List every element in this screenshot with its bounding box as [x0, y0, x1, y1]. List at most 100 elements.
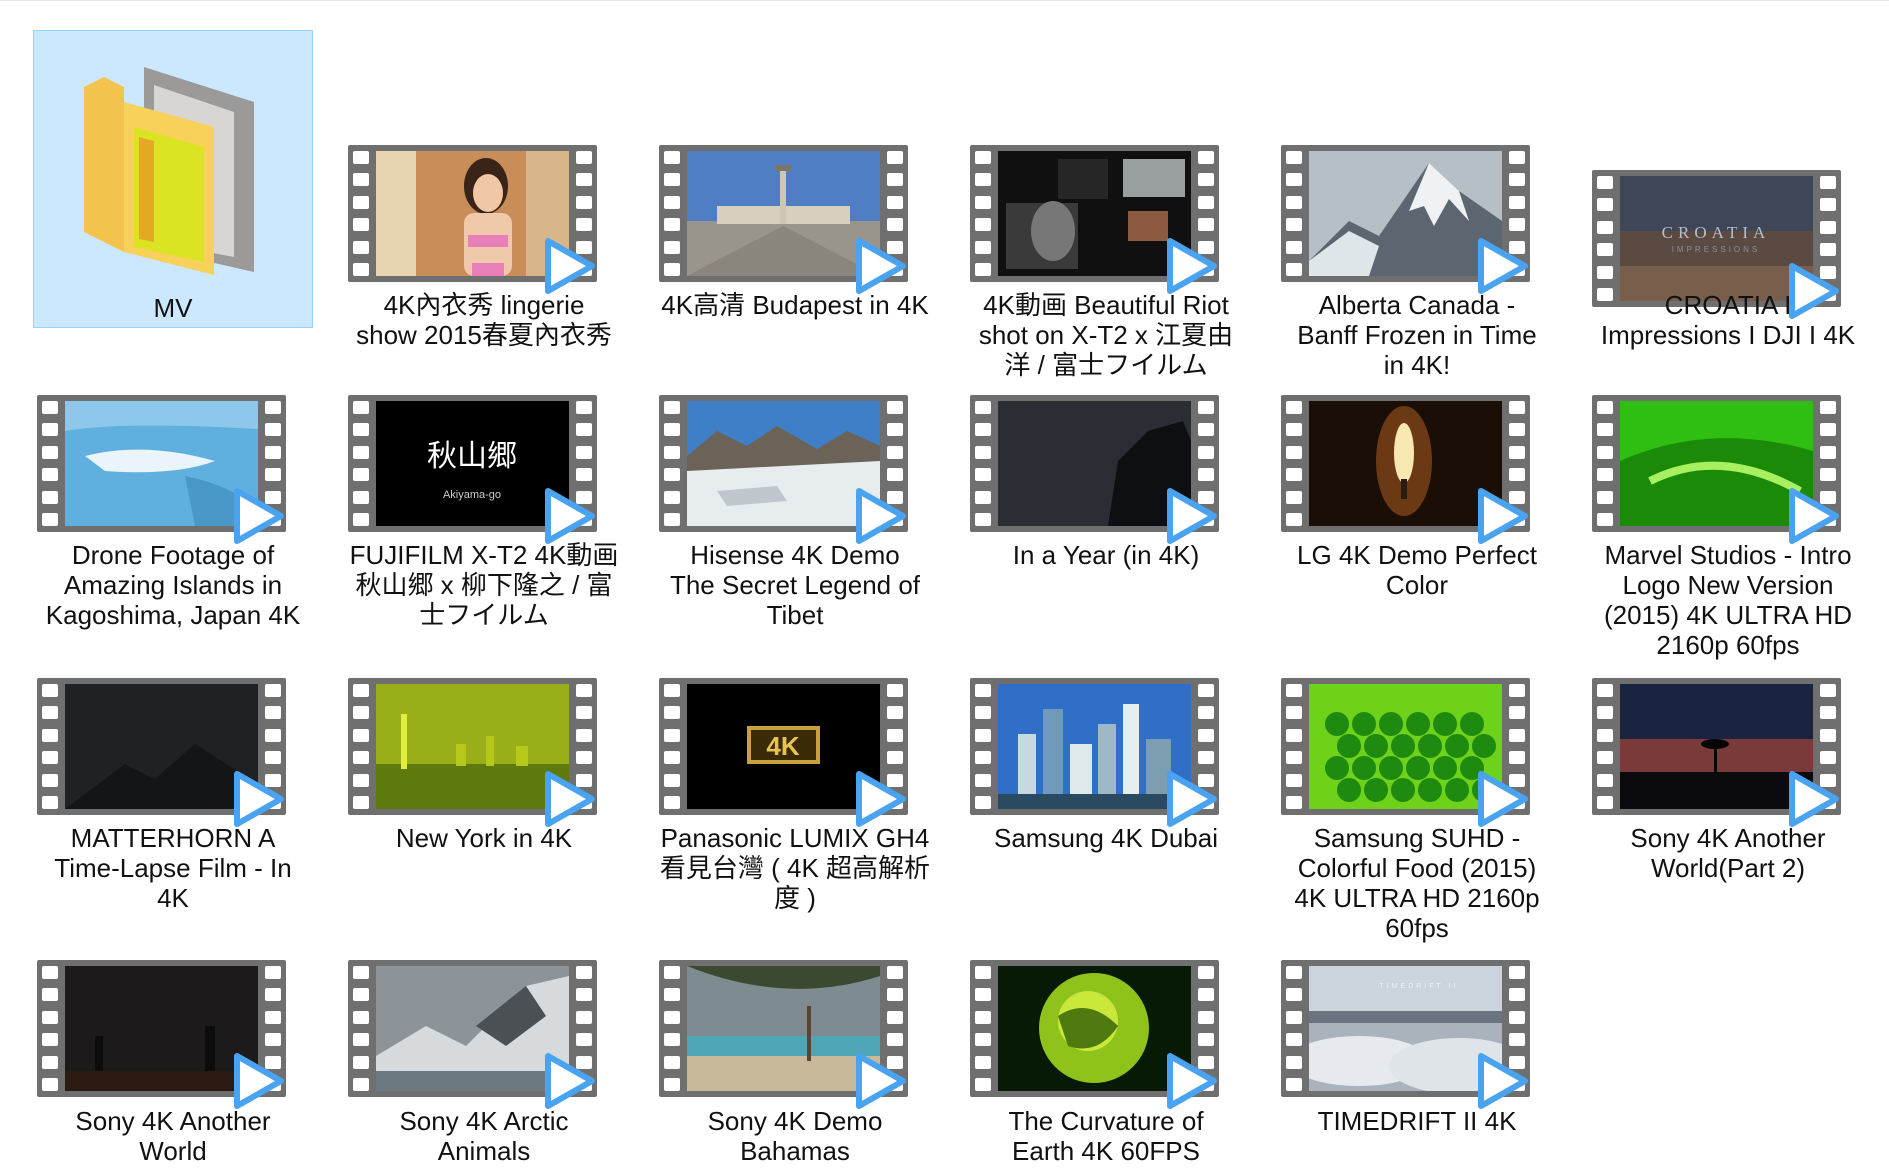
thumb-title: CROATIA	[1662, 223, 1771, 242]
thumb-subtitle: Akiyama-go	[443, 489, 501, 501]
play-icon	[1478, 488, 1528, 544]
video-label: CROATIA I Impressions I DJI I 4K	[1600, 290, 1856, 350]
video-file[interactable]: Sony 4K Another World	[33, 0, 313, 1166]
play-icon	[545, 771, 595, 827]
video-frame	[998, 684, 1191, 809]
video-label: FUJIFILM X-T2 4K動画 秋山郷 x 柳下隆之 / 富 士フイルム	[349, 540, 619, 630]
video-label: LG 4K Demo Perfect Color	[1297, 540, 1537, 600]
play-icon	[1167, 1053, 1217, 1109]
video-frame	[1309, 401, 1502, 526]
film-sprockets	[42, 684, 58, 809]
play-icon	[1167, 488, 1217, 544]
video-frame	[1620, 684, 1813, 809]
video-frame	[998, 151, 1191, 276]
video-label: Sony 4K Another World(Part 2)	[1630, 823, 1826, 883]
play-icon	[856, 488, 906, 544]
folder-mv[interactable]: MV	[33, 30, 313, 328]
folder-icon	[84, 67, 254, 275]
play-icon	[1478, 1053, 1528, 1109]
play-icon	[856, 1053, 906, 1109]
video-label: The Curvature of Earth 4K 60FPS	[1008, 1106, 1204, 1166]
video-frame: 4K	[687, 684, 880, 809]
video-frame	[65, 966, 258, 1091]
film-sprockets	[1286, 401, 1302, 526]
video-label: MATTERHORN A Time-Lapse Film - In 4K	[54, 823, 292, 913]
film-sprockets	[1286, 966, 1302, 1091]
video-label: 4K高清 Budapest in 4K	[661, 290, 929, 320]
video-label: New York in 4K	[395, 823, 573, 853]
film-sprockets	[1597, 176, 1613, 301]
play-icon	[234, 771, 284, 827]
video-file[interactable]: TIMEDRIFT II TIMEDRIFT II 4K	[1277, 0, 1557, 1136]
film-sprockets	[975, 151, 991, 276]
thumb-title: TIMEDRIFT II	[1379, 983, 1458, 990]
video-file[interactable]: The Curvature of Earth 4K 60FPS	[966, 0, 1246, 1166]
video-frame	[376, 151, 569, 276]
film-sprockets	[1286, 151, 1302, 276]
video-frame	[1309, 151, 1502, 276]
film-sprockets	[1597, 401, 1613, 526]
video-file[interactable]: Sony 4K Another World(Part 2)	[1588, 0, 1868, 883]
video-frame	[65, 401, 258, 526]
play-icon	[856, 238, 906, 294]
video-frame: TIMEDRIFT II	[1309, 966, 1502, 1091]
film-sprockets	[353, 684, 369, 809]
video-label: TIMEDRIFT II 4K	[1317, 1106, 1517, 1136]
play-icon	[234, 1053, 284, 1109]
film-sprockets	[42, 966, 58, 1091]
thumb-subtitle: IMPRESSIONS	[1672, 245, 1761, 254]
film-sprockets	[1286, 684, 1302, 809]
play-icon	[1789, 771, 1839, 827]
film-sprockets	[353, 401, 369, 526]
video-label: In a Year (in 4K)	[1012, 540, 1200, 570]
thumb-title: 4K	[766, 731, 799, 761]
video-frame	[998, 401, 1191, 526]
film-sprockets	[1597, 684, 1613, 809]
play-icon	[1789, 488, 1839, 544]
film-sprockets	[42, 401, 58, 526]
play-icon	[1478, 238, 1528, 294]
file-grid: MV 4K內衣秀 lingerie show 2015春夏內衣秀 4K高清 Bu…	[0, 0, 1889, 1175]
video-label: Sony 4K Arctic Animals	[399, 1106, 569, 1166]
video-label: Samsung 4K Dubai	[993, 823, 1219, 853]
play-icon	[1478, 771, 1528, 827]
film-sprockets	[664, 401, 680, 526]
video-label: 4K內衣秀 lingerie show 2015春夏內衣秀	[356, 290, 612, 350]
video-frame	[687, 401, 880, 526]
video-frame	[1309, 684, 1502, 809]
video-label: Marvel Studios - Intro Logo New Version …	[1603, 540, 1853, 660]
video-label: Samsung SUHD - Colorful Food (2015) 4K U…	[1294, 823, 1540, 943]
play-icon	[545, 488, 595, 544]
video-frame	[376, 966, 569, 1091]
video-label: Sony 4K Demo Bahamas	[707, 1106, 883, 1166]
film-sprockets	[353, 966, 369, 1091]
film-sprockets	[664, 966, 680, 1091]
video-frame	[376, 684, 569, 809]
video-frame	[687, 151, 880, 276]
video-label: Sony 4K Another World	[75, 1106, 271, 1166]
film-sprockets	[353, 151, 369, 276]
video-file[interactable]: Sony 4K Demo Bahamas	[655, 0, 935, 1166]
video-frame	[998, 966, 1191, 1091]
film-sprockets	[664, 684, 680, 809]
video-label: Panasonic LUMIX GH4 看見台灣 ( 4K 超高解析 度 )	[659, 823, 931, 913]
video-frame	[687, 966, 880, 1091]
video-label: 4K動画 Beautiful Riot shot on X-T2 x 江夏由 洋…	[978, 290, 1234, 380]
video-frame: CROATIA IMPRESSIONS	[1620, 176, 1813, 301]
film-sprockets	[975, 401, 991, 526]
video-frame	[65, 684, 258, 809]
video-frame: 秋山郷 Akiyama-go	[376, 401, 569, 526]
film-sprockets	[664, 151, 680, 276]
play-icon	[234, 488, 284, 544]
film-sprockets	[975, 684, 991, 809]
video-label: Drone Footage of Amazing Islands in Kago…	[45, 540, 301, 630]
video-frame	[1620, 401, 1813, 526]
play-icon	[1167, 771, 1217, 827]
folder-label: MV	[153, 293, 193, 323]
thumb-title: 秋山郷	[427, 439, 517, 474]
video-file[interactable]: Sony 4K Arctic Animals	[344, 0, 624, 1166]
play-icon	[1167, 238, 1217, 294]
play-icon	[545, 238, 595, 294]
film-sprockets	[975, 966, 991, 1091]
play-icon	[856, 771, 906, 827]
